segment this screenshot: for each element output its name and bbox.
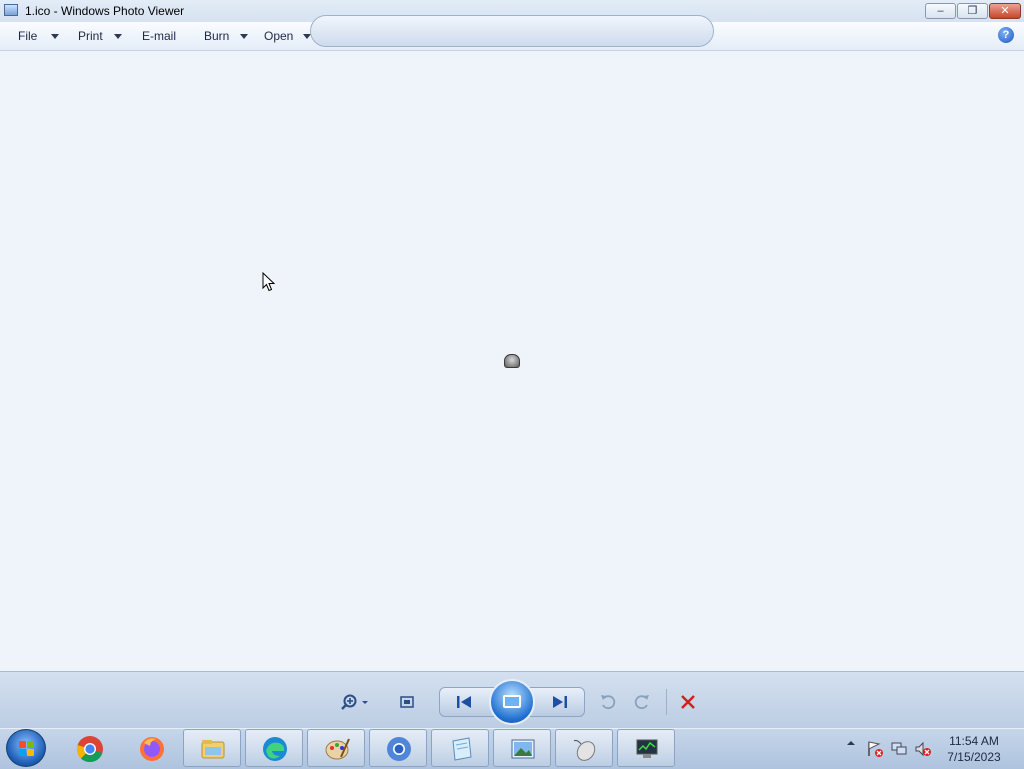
folder-icon	[201, 740, 225, 759]
window-title: 1.ico - Windows Photo Viewer	[25, 4, 185, 18]
slideshow-button[interactable]	[489, 679, 535, 725]
tray-action-center[interactable]	[866, 740, 884, 761]
photo-viewer-app-icon[interactable]	[4, 4, 18, 16]
taskbar-clock[interactable]: 11:54 AM 7/15/2023	[940, 733, 1008, 765]
notepad-icon	[452, 737, 472, 761]
chevron-down-icon	[240, 34, 248, 39]
tray-network[interactable]	[890, 740, 908, 761]
mouse-cursor-icon	[262, 272, 276, 292]
restore-icon: ❐	[967, 5, 978, 17]
menu-file[interactable]: File	[18, 29, 66, 45]
delete-icon	[681, 695, 695, 709]
rotate-clockwise-icon	[634, 695, 649, 710]
delete-button[interactable]	[678, 692, 698, 712]
show-hidden-icons-button[interactable]	[846, 738, 856, 751]
menu-email[interactable]: E-mail	[142, 29, 186, 45]
menu-open-label: Open	[264, 29, 294, 43]
windows-logo-icon	[19, 741, 35, 757]
close-icon: ✕	[1000, 5, 1010, 17]
taskbar-firefox[interactable]	[122, 729, 180, 767]
firefox-icon	[140, 737, 164, 761]
clock-time: 11:54 AM	[949, 734, 999, 748]
previous-button[interactable]	[452, 693, 476, 711]
photo-viewer-icon	[511, 739, 535, 759]
zoom-button[interactable]	[338, 692, 372, 712]
control-separator	[666, 689, 667, 715]
taskbar-paint[interactable]	[307, 729, 365, 767]
chevron-up-icon	[847, 741, 855, 745]
help-icon[interactable]: ?	[998, 27, 1014, 43]
volume-muted-icon	[915, 741, 931, 757]
menu-burn[interactable]: Burn	[204, 29, 250, 45]
rotate-counterclockwise-icon	[601, 695, 616, 710]
taskbar-file-explorer[interactable]	[183, 729, 241, 767]
taskbar-network-monitor[interactable]	[617, 729, 675, 767]
taskbar-photo-viewer[interactable]	[493, 729, 551, 767]
rotate-counterclockwise-button[interactable]	[598, 692, 618, 712]
taskbar-notepad[interactable]	[431, 729, 489, 767]
chevron-down-icon	[51, 34, 59, 39]
zoom-icon	[341, 694, 368, 710]
close-button[interactable]: ✕	[989, 3, 1021, 19]
menu-print-label: Print	[78, 29, 103, 43]
monitor-icon	[636, 739, 658, 758]
taskbar-chrome[interactable]	[60, 729, 118, 767]
minimize-icon: –	[937, 5, 944, 17]
menu-file-label: File	[18, 29, 38, 43]
actual-size-button[interactable]	[397, 692, 417, 712]
slideshow-icon	[503, 695, 521, 708]
next-button[interactable]	[548, 693, 572, 711]
taskbar-mouse-properties[interactable]	[555, 729, 613, 767]
actual-size-icon	[400, 696, 414, 708]
menu-email-label: E-mail	[142, 29, 177, 43]
displayed-ico-image	[504, 354, 520, 368]
clock-date: 7/15/2023	[947, 750, 1001, 764]
next-icon	[553, 696, 567, 708]
menu-print[interactable]: Print	[78, 29, 126, 45]
paint-palette-icon	[325, 738, 350, 760]
edge-icon	[263, 737, 287, 761]
chrome-icon	[76, 736, 103, 763]
start-button[interactable]	[6, 729, 46, 767]
tray-volume[interactable]	[914, 740, 932, 761]
taskbar-chromium[interactable]	[369, 729, 427, 767]
chevron-down-icon	[114, 34, 122, 39]
menu-open[interactable]: Open	[264, 29, 314, 45]
taskbar-edge[interactable]	[245, 729, 303, 767]
previous-icon	[457, 696, 471, 708]
controls-pill	[310, 15, 714, 47]
restore-button[interactable]: ❐	[957, 3, 988, 19]
action-center-flag-icon	[868, 741, 883, 757]
minimize-button[interactable]: –	[925, 3, 956, 19]
menu-burn-label: Burn	[204, 29, 230, 43]
chromium-icon	[387, 737, 411, 761]
mouse-icon	[573, 739, 596, 761]
network-icon	[891, 742, 907, 755]
rotate-clockwise-button[interactable]	[632, 692, 652, 712]
